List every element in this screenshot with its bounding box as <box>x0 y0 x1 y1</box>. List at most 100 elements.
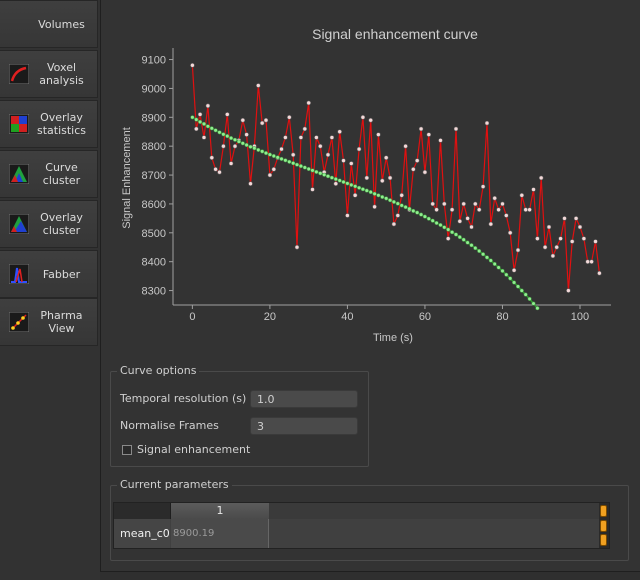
data-point <box>244 132 249 137</box>
data-point <box>310 168 315 173</box>
y-tick-label: 9100 <box>142 55 166 67</box>
data-point <box>573 216 579 221</box>
data-point <box>546 224 552 230</box>
data-point <box>430 201 435 207</box>
data-point <box>418 126 424 132</box>
data-point <box>492 261 497 267</box>
data-point <box>593 239 598 244</box>
data-point <box>384 196 389 201</box>
data-point <box>256 83 261 88</box>
curve-options-group: Curve options Temporal resolution (s) No… <box>110 364 369 467</box>
data-point <box>453 126 459 132</box>
data-point <box>504 213 509 218</box>
data-point <box>442 201 447 207</box>
data-point <box>325 174 331 179</box>
sidebar-item-curve-cluster[interactable]: Curve cluster <box>0 150 98 198</box>
data-point <box>477 248 482 254</box>
data-point <box>306 100 311 106</box>
data-point <box>228 161 234 166</box>
data-point <box>205 103 211 109</box>
table-cell[interactable]: 8900.19 <box>171 519 269 548</box>
table-scrollbar[interactable] <box>599 503 609 548</box>
data-point <box>260 149 265 154</box>
data-point <box>480 184 486 189</box>
data-point <box>581 236 587 241</box>
data-point <box>438 222 443 228</box>
temporal-resolution-input[interactable] <box>250 390 358 408</box>
data-point <box>248 144 253 149</box>
data-point <box>314 169 319 174</box>
data-point <box>511 268 517 273</box>
data-point <box>190 115 195 120</box>
normalise-frames-input[interactable] <box>250 417 358 435</box>
data-point <box>194 126 199 132</box>
data-point <box>523 207 528 212</box>
scroll-up-handle[interactable] <box>600 505 607 517</box>
x-tick-label: 80 <box>496 311 508 323</box>
curve-cluster-icon <box>9 164 29 184</box>
data-point <box>229 136 234 141</box>
data-point <box>368 117 373 123</box>
data-point <box>209 126 214 131</box>
data-point <box>337 129 342 134</box>
data-point <box>259 120 265 126</box>
sidebar-item-fabber[interactable]: Fabber <box>0 250 98 298</box>
data-point <box>357 185 362 190</box>
sidebar-item-label: Overlay statistics <box>36 111 87 137</box>
scroll-down-handle[interactable] <box>600 534 607 546</box>
data-point <box>310 187 315 192</box>
data-point <box>380 194 385 200</box>
data-point <box>512 280 517 285</box>
data-point <box>225 112 230 117</box>
signal-enhancement-checkbox[interactable] <box>122 445 132 455</box>
data-point <box>473 246 478 251</box>
data-point <box>453 232 459 237</box>
scroll-handle[interactable] <box>600 520 607 532</box>
data-point <box>531 301 536 306</box>
data-point <box>345 213 350 218</box>
data-point <box>391 199 396 204</box>
column-header[interactable]: 1 <box>171 503 269 519</box>
data-point <box>263 151 269 156</box>
sidebar-item-overlay-cluster[interactable]: Overlay cluster <box>0 200 98 248</box>
x-tick-label: 40 <box>341 311 353 323</box>
overlay-statistics-icon <box>9 114 29 134</box>
sidebar-item-voxel-analysis[interactable]: Voxel analysis <box>0 50 98 98</box>
data-point <box>294 244 300 250</box>
y-tick-label: 8800 <box>142 141 166 153</box>
data-point <box>333 181 339 186</box>
data-point <box>457 235 462 240</box>
header-filler <box>269 503 599 519</box>
data-point <box>197 112 203 117</box>
data-point <box>267 172 273 178</box>
data-point <box>519 193 525 198</box>
data-point <box>527 296 532 301</box>
data-point <box>399 203 404 208</box>
voxel-analysis-icon <box>9 64 29 84</box>
data-point <box>329 175 334 180</box>
data-point <box>279 146 284 152</box>
x-tick-label: 60 <box>419 311 431 323</box>
data-point <box>205 124 210 129</box>
sidebar-item-label: Overlay cluster <box>40 211 83 237</box>
sidebar-item-overlay-statistics[interactable]: Overlay statistics <box>0 100 98 148</box>
sidebar-item-label: Pharma View <box>40 309 83 335</box>
data-point <box>411 167 416 172</box>
data-point <box>473 201 478 207</box>
signal-enhancement-label: Signal enhancement <box>137 443 251 456</box>
sidebar-item-pharma-view[interactable]: Pharma View <box>0 298 98 346</box>
data-point <box>403 143 408 149</box>
data-point <box>589 259 594 264</box>
fabber-icon <box>9 264 29 284</box>
data-point <box>376 132 381 137</box>
data-point <box>349 161 354 166</box>
y-tick-label: 8700 <box>142 170 166 182</box>
sidebar-item-volumes[interactable]: Volumes <box>0 0 98 48</box>
data-point <box>353 184 358 189</box>
data-point <box>535 236 540 241</box>
data-point <box>391 221 397 227</box>
data-point <box>523 292 528 297</box>
data-point <box>267 152 272 157</box>
row-header[interactable]: mean_c0 <box>114 519 170 548</box>
data-point <box>500 268 505 273</box>
